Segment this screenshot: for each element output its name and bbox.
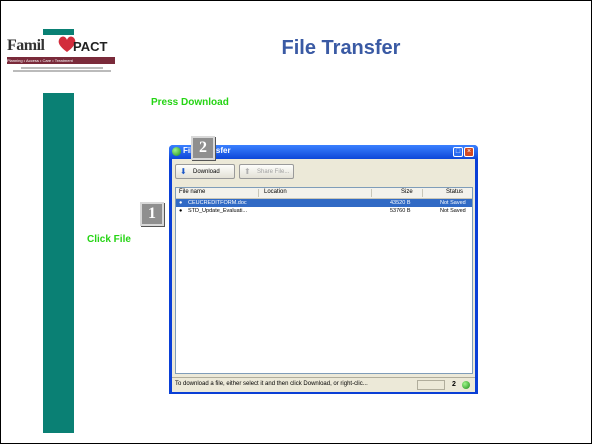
file-transfer-window: File Transfer □ × ⬇ Download ⬆ Share Fil…: [169, 145, 478, 394]
file-list: File name Location Size Status ● CEUCRED…: [175, 187, 473, 374]
download-arrow-icon: ⬇: [180, 167, 187, 176]
file-bullet-icon: ●: [179, 208, 183, 214]
file-row[interactable]: ● CEUCREDITFORM.doc 43520 B Not Saved: [176, 199, 472, 207]
file-size: 43520 B: [390, 200, 411, 206]
share-arrow-icon: ⬆: [244, 167, 251, 176]
column-divider[interactable]: [258, 189, 259, 197]
file-size: 53760 B: [390, 208, 411, 214]
window-titlebar: File Transfer □ ×: [169, 145, 478, 159]
step-1-marker: 1: [140, 202, 164, 226]
status-bar: To download a file, either select it and…: [172, 377, 475, 392]
list-header: File name Location Size Status: [176, 188, 472, 199]
app-icon: [172, 147, 181, 156]
file-bullet-icon: ●: [179, 200, 183, 206]
logo-family-text: Famil: [7, 37, 45, 54]
column-divider[interactable]: [371, 189, 372, 197]
file-status: Not Saved: [440, 208, 466, 214]
close-button[interactable]: ×: [464, 147, 474, 157]
status-count: 2: [452, 381, 456, 388]
share-file-button[interactable]: ⬆ Share File...: [239, 164, 294, 179]
press-download-callout: Press Download: [151, 97, 229, 108]
file-status: Not Saved: [440, 200, 466, 206]
slide-title: File Transfer: [281, 37, 401, 59]
toolbar: ⬇ Download ⬆ Share File...: [172, 159, 475, 185]
maximize-button[interactable]: □: [453, 147, 463, 157]
logo-tagline: Planning • Access • Care • Treatment: [7, 57, 115, 64]
column-divider[interactable]: [422, 189, 423, 197]
file-name: STD_Update_Evaluati...: [188, 208, 248, 214]
window-body: ⬇ Download ⬆ Share File... File name Loc…: [172, 159, 475, 392]
slide: Famil PACT Planning • Access • Care • Tr…: [0, 0, 592, 444]
click-file-callout: Click File: [87, 234, 131, 245]
connection-status-icon: [462, 381, 470, 389]
column-location[interactable]: Location: [264, 189, 287, 195]
file-row[interactable]: ● STD_Update_Evaluati... 53760 B Not Sav…: [176, 207, 472, 215]
logo-fine-print: [9, 66, 115, 73]
status-message: To download a file, either select it and…: [175, 381, 368, 387]
column-size[interactable]: Size: [401, 189, 413, 195]
family-pact-logo: Famil PACT Planning • Access • Care • Tr…: [7, 35, 117, 93]
status-cell: [417, 380, 445, 390]
download-label: Download: [193, 169, 220, 175]
step-2-marker: 2: [191, 136, 215, 160]
download-button[interactable]: ⬇ Download: [175, 164, 235, 179]
column-file-name[interactable]: File name: [179, 189, 205, 195]
share-file-label: Share File...: [257, 169, 290, 175]
logo-pact-text: PACT: [73, 39, 108, 54]
column-status[interactable]: Status: [446, 189, 463, 195]
file-name: CEUCREDITFORM.doc: [188, 200, 247, 206]
